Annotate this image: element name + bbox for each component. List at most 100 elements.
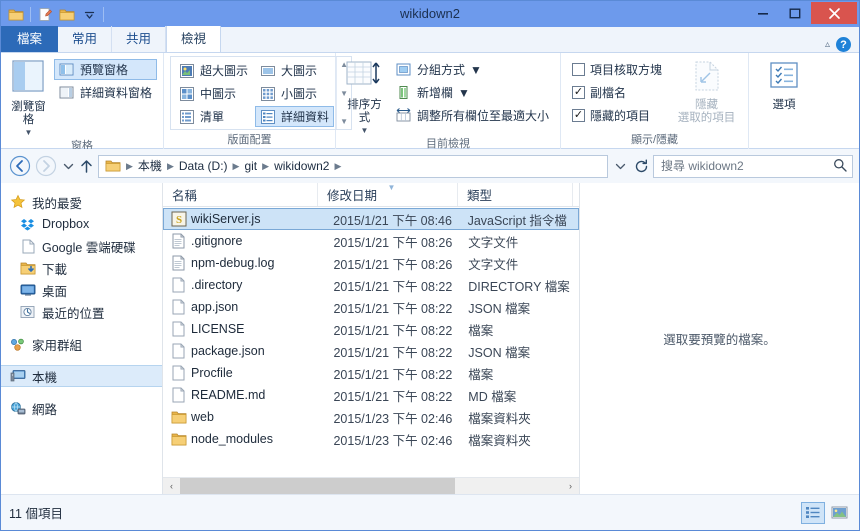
add-columns-dropdown-icon[interactable]: ▼ [458,86,470,100]
table-row[interactable]: Procfile 2015/1/21 下午 08:22 檔案 [163,362,579,384]
file-extensions-label: 副檔名 [590,86,627,100]
details-view-button[interactable] [801,501,825,524]
sidebar-item-dropbox-label: Dropbox [42,217,90,231]
hidden-items-checkbox[interactable]: ✓ [572,109,585,122]
recent-locations-button[interactable] [59,153,77,179]
tab-share[interactable]: 共用 [112,26,167,52]
table-row[interactable]: .directory 2015/1/21 下午 08:22 DIRECTORY … [163,274,579,296]
blank-file-icon [171,387,191,403]
minimize-button[interactable] [747,2,779,24]
table-row[interactable]: .gitignore 2015/1/21 下午 08:26 文字文件 [163,230,579,252]
sidebar-item-downloads[interactable]: 下載 [1,257,162,279]
sidebar-item-this-pc[interactable]: 本機 [1,365,162,387]
layout-extra-large-icons[interactable]: 超大圖示 [174,60,253,81]
column-header-type[interactable]: 類型 [458,183,573,206]
ribbon-group-show-hide: 項目核取方塊 ✓ 副檔名 ✓ 隱藏的項目 隱藏 選取的項目 顯示/隱藏 [561,53,749,149]
breadcrumb-sep-4[interactable]: ▶ [332,161,343,172]
item-checkboxes-checkbox[interactable] [572,63,585,76]
table-row[interactable]: npm-debug.log 2015/1/21 下午 08:26 文字文件 [163,252,579,274]
tab-file[interactable]: 檔案 [1,26,59,52]
search-input[interactable] [659,158,833,174]
file-name: npm-debug.log [191,256,275,270]
maximize-button[interactable] [779,2,811,24]
preview-pane-button[interactable]: 預覽窗格 [53,59,157,80]
breadcrumb-bar[interactable]: ▶ 本機 ▶ Data (D:) ▶ git ▶ wikidown2 ▶ [98,154,608,178]
layout-small-icons[interactable]: 小圖示 [255,83,334,104]
breadcrumb-sep-3[interactable]: ▶ [260,161,271,172]
sidebar-section-homegroup[interactable]: 家用群組 [1,333,162,355]
options-button[interactable]: 選項 [755,56,813,112]
group-by-dropdown-icon[interactable]: ▼ [470,63,482,77]
close-button[interactable] [811,2,857,24]
horizontal-scrollbar[interactable]: ‹ › [163,477,579,495]
scrollbar-thumb[interactable] [180,477,456,495]
column-header-name[interactable]: 名稱 [163,183,318,206]
small-icons-icon [260,86,276,102]
up-button[interactable] [77,153,95,179]
layout-list[interactable]: 清單 [174,106,253,127]
navigation-pane-dropdown-icon[interactable]: ▼ [25,126,33,139]
help-icon[interactable]: ? [836,37,851,52]
back-button[interactable] [7,153,33,179]
search-icon[interactable] [833,158,847,175]
hidden-items-option[interactable]: ✓ 隱藏的項目 [567,105,667,126]
group-by-button[interactable]: 分組方式 ▼ [391,59,554,80]
tab-view[interactable]: 檢視 [166,26,222,52]
column-header-date-modified[interactable]: ▼ 修改日期 [318,183,458,206]
table-row[interactable]: node_modules 2015/1/23 下午 02:46 檔案資料夾 [163,428,579,450]
search-box[interactable] [653,154,853,178]
refresh-button[interactable] [630,153,652,179]
sort-by-dropdown-icon[interactable]: ▼ [361,124,369,137]
sidebar-item-network[interactable]: 網路 [1,397,162,419]
item-checkboxes-option[interactable]: 項目核取方塊 [567,59,667,80]
file-extensions-checkbox[interactable]: ✓ [572,86,585,99]
file-extensions-option[interactable]: ✓ 副檔名 [567,82,667,103]
details-pane-button[interactable]: 詳細資料窗格 [54,82,157,103]
star-icon [9,194,26,211]
new-folder-icon[interactable] [56,3,78,25]
table-row[interactable]: web 2015/1/23 下午 02:46 檔案資料夾 [163,406,579,428]
table-row[interactable]: S wikiServer.js 2015/1/21 下午 08:46 JavaS… [163,208,579,230]
sidebar-item-recent-places[interactable]: 最近的位置 [1,301,162,323]
table-row[interactable]: package.json 2015/1/21 下午 08:22 JSON 檔案 [163,340,579,362]
window-controls [747,1,859,27]
ribbon-group-layout-title: 版面配置 [227,134,272,146]
sort-by-button[interactable]: 排序方式 ▼ [342,56,387,137]
panes-toggle-list: 預覽窗格 詳細資料窗格 [53,56,157,103]
tab-home[interactable]: 常用 [58,26,113,52]
blank-file-icon [171,321,191,337]
address-dropdown-button[interactable] [611,153,629,179]
breadcrumb-item-3[interactable]: wikidown2 [271,156,332,177]
layout-gallery: 超大圖示 大圖示 中圖示 小圖示 清單 詳細資料 ▲ ▼ ▼ [170,56,353,130]
sidebar-item-desktop[interactable]: 桌面 [1,279,162,301]
layout-large-icons[interactable]: 大圖示 [255,60,334,81]
qat-chevron-down-icon[interactable] [78,3,100,25]
navigation-pane-button[interactable]: 瀏覽窗格 ▼ [7,56,50,139]
layout-details[interactable]: 詳細資料 [255,106,335,127]
breadcrumb-item-1[interactable]: Data (D:) [176,156,231,177]
group-by-label: 分組方式 [416,63,465,77]
scroll-right-button[interactable]: › [562,477,579,495]
navigation-pane[interactable]: 我的最愛 Dropbox Google 雲端硬碟 下載 桌面 最近的位置 家用群… [1,183,163,494]
large-icons-view-button[interactable] [827,502,851,524]
scroll-left-button[interactable]: ‹ [163,477,180,495]
properties-icon[interactable] [34,3,56,25]
breadcrumb-sep-1[interactable]: ▶ [165,161,176,172]
add-columns-button[interactable]: 新增欄 ▼ [391,82,554,103]
sidebar-item-google-drive[interactable]: Google 雲端硬碟 [1,235,162,257]
system-menu-folder-icon[interactable] [5,3,27,25]
blank-file-icon [171,343,191,359]
layout-medium-icons[interactable]: 中圖示 [174,83,253,104]
table-row[interactable]: LICENSE 2015/1/21 下午 08:22 檔案 [163,318,579,340]
forward-button[interactable] [33,153,59,179]
collapse-ribbon-icon[interactable]: ▵ [825,39,830,50]
breadcrumb-sep-2[interactable]: ▶ [231,161,242,172]
sidebar-section-favorites[interactable]: 我的最愛 [1,191,162,213]
breadcrumb-item-0[interactable]: 本機 [135,156,165,177]
table-row[interactable]: app.json 2015/1/21 下午 08:22 JSON 檔案 [163,296,579,318]
size-all-columns-button[interactable]: 調整所有欄位至最適大小 [391,105,554,126]
scrollbar-track[interactable] [180,477,562,495]
breadcrumb-item-2[interactable]: git [241,156,260,177]
sidebar-item-dropbox[interactable]: Dropbox [1,213,162,235]
table-row[interactable]: README.md 2015/1/21 下午 08:22 MD 檔案 [163,384,579,406]
